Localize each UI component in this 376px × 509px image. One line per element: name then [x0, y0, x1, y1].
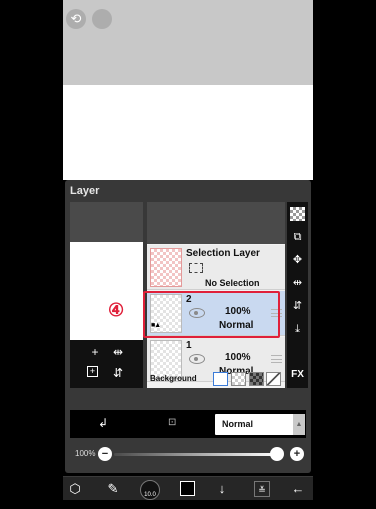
background-transparent-swatch[interactable] — [231, 372, 246, 386]
selection-icon — [189, 263, 203, 273]
layer-list-header — [147, 202, 285, 244]
undo-icon[interactable]: ⟲ — [66, 9, 86, 29]
background-none-swatch[interactable] — [266, 372, 281, 386]
highlight-box — [143, 291, 280, 338]
move-icon[interactable]: ✥ — [290, 253, 305, 267]
blend-mode-select[interactable]: Normal ▲ — [215, 414, 305, 435]
merge-down-icon[interactable]: ⤓ — [290, 322, 305, 336]
redo-icon[interactable] — [92, 9, 112, 29]
layer-name: Selection Layer — [186, 248, 260, 259]
background-label: Background — [150, 374, 197, 383]
drag-handle-icon[interactable] — [271, 355, 282, 363]
layer-name: 1 — [186, 340, 192, 351]
canvas-preview-column: + ⇹ + ⇵ — [70, 202, 143, 388]
layer-thumbnail — [150, 248, 182, 287]
top-bar: ⟲ — [63, 0, 313, 85]
transparency-icon[interactable] — [290, 207, 305, 221]
arrow-down-icon[interactable]: ↓ — [214, 481, 230, 497]
clipping-icon[interactable]: ↲ — [98, 416, 108, 430]
bottom-toolbar: ⬡ ✎ 10.0 ↓ ≚ ← — [63, 476, 313, 500]
opacity-slider-knob[interactable] — [270, 447, 284, 461]
brush-icon[interactable]: ✎ — [105, 481, 121, 497]
trash-icon[interactable] — [290, 345, 305, 359]
app-screen: ⟲ Layer + ⇹ + ⇵ Selection Layer No Selec… — [0, 0, 376, 500]
chevron-down-icon: ▲ — [293, 414, 305, 435]
layer-tools: + ⇹ + ⇵ — [70, 340, 143, 388]
blend-mode-value: Normal — [222, 419, 254, 429]
panel-title: Layer — [70, 185, 100, 197]
brush-size-label: 10.0 — [144, 492, 156, 498]
add-layer-icon[interactable]: + — [87, 345, 103, 359]
step-marker: ④ — [108, 300, 125, 320]
back-arrow-icon[interactable]: ← — [290, 481, 306, 497]
background-white-swatch[interactable] — [213, 372, 228, 386]
flip-horizontal-icon[interactable]: ⇹ — [110, 345, 126, 359]
background-row: Background — [147, 372, 285, 388]
camera-icon[interactable] — [87, 374, 103, 388]
decrease-opacity-button[interactable]: − — [98, 447, 112, 461]
background-dark-swatch[interactable] — [249, 372, 264, 386]
canvas-preview — [70, 242, 143, 340]
flip-vertical-icon[interactable]: ⇵ — [110, 366, 126, 380]
color-swatch[interactable] — [180, 481, 195, 496]
opacity-row: 100% − + — [70, 443, 306, 465]
rotate-icon[interactable]: ⇵ — [290, 299, 305, 313]
blend-row: ↲ ⊡ Normal ▲ — [70, 410, 306, 438]
flip-icon[interactable]: ⇹ — [290, 276, 305, 290]
layer-opacity: 100% — [225, 352, 251, 363]
fx-icon[interactable]: FX — [290, 368, 305, 382]
eye-icon[interactable] — [189, 354, 205, 364]
drawing-canvas[interactable] — [63, 85, 313, 180]
device-screen: ⟲ Layer + ⇹ + ⇵ Selection Layer No Selec… — [63, 0, 313, 500]
layer-action-rail: ⧉ ✥ ⇹ ⇵ ⤓ FX — [287, 202, 308, 388]
opacity-slider[interactable] — [114, 453, 276, 456]
opacity-value: 100% — [75, 449, 96, 458]
layers-icon[interactable]: ≚ — [254, 481, 270, 497]
layer-row-selection[interactable]: Selection Layer No Selection — [147, 245, 285, 290]
preview-header — [70, 202, 143, 242]
transform-icon[interactable]: ⬡ — [67, 481, 83, 497]
increase-opacity-button[interactable]: + — [290, 447, 304, 461]
selection-status: No Selection — [205, 278, 260, 288]
brush-size-indicator[interactable]: 10.0 — [140, 480, 160, 500]
select-layer-icon[interactable]: ⧉ — [290, 230, 305, 244]
lock-icon[interactable]: ⊡ — [168, 417, 176, 428]
